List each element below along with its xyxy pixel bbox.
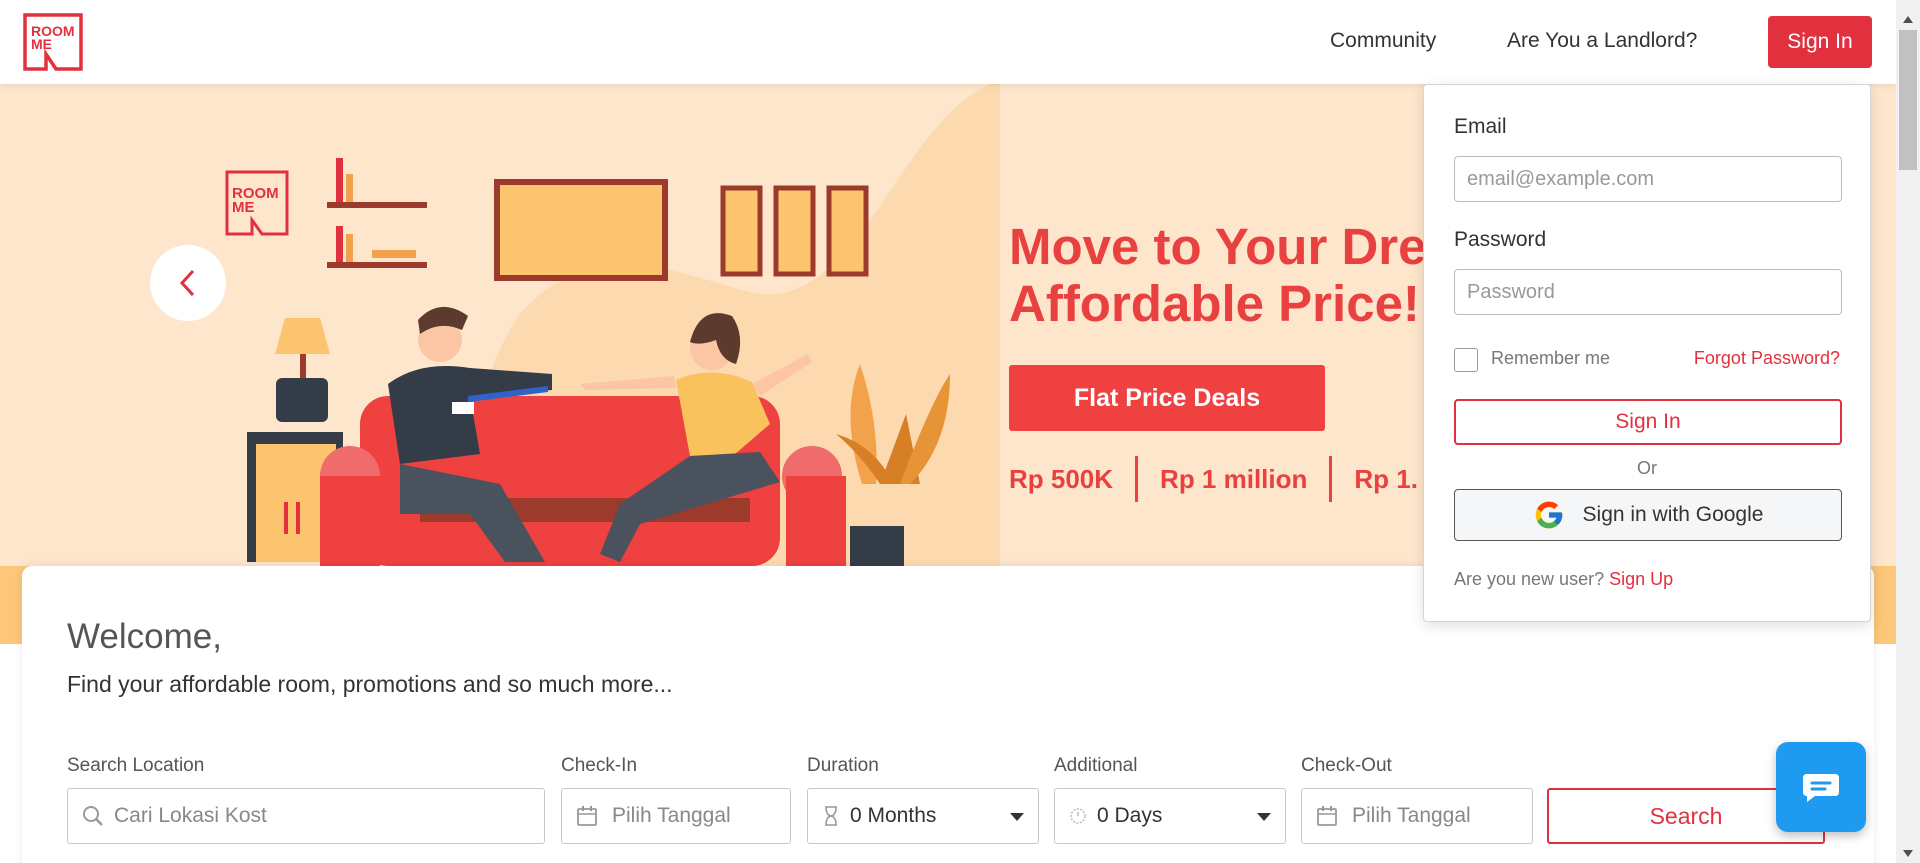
hourglass-icon <box>822 805 840 827</box>
scroll-thumb[interactable] <box>1899 30 1917 170</box>
signin-dropdown: Email Password Remember me Forgot Passwo… <box>1423 84 1871 622</box>
hero-price-list: Rp 500K Rp 1 million Rp 1. <box>1009 456 1418 502</box>
checkin-date-input[interactable]: Pilih Tanggal <box>561 788 791 844</box>
checkout-label: Check-Out <box>1301 755 1392 776</box>
duration-select[interactable]: 0 Months <box>807 788 1039 844</box>
roomme-logo[interactable]: ROOM ME <box>22 12 84 72</box>
price-divider <box>1329 456 1333 502</box>
location-label: Search Location <box>67 755 205 776</box>
search-icon <box>82 805 104 827</box>
welcome-heading: Welcome, <box>67 617 222 656</box>
checkin-label: Check-In <box>561 755 638 776</box>
header-signin-button[interactable]: Sign In <box>1768 16 1872 68</box>
google-signin-label: Sign in with Google <box>1582 503 1764 526</box>
page-scrollbar[interactable] <box>1896 0 1920 863</box>
scroll-up-arrow[interactable] <box>1903 16 1913 23</box>
or-separator: Or <box>1637 458 1657 478</box>
new-user-text: Are you new user? <box>1454 569 1605 589</box>
svg-text:ME: ME <box>232 199 255 216</box>
signup-link[interactable]: Sign Up <box>1609 569 1673 589</box>
scroll-down-arrow[interactable] <box>1903 850 1913 857</box>
caret-down-icon <box>1257 813 1271 821</box>
email-field[interactable] <box>1454 156 1842 202</box>
flat-price-deals-button[interactable]: Flat Price Deals <box>1009 365 1325 431</box>
price-divider <box>1135 456 1139 502</box>
duration-value: 0 Months <box>850 804 937 827</box>
panel-signin-button[interactable]: Sign In <box>1454 399 1842 445</box>
nav-landlord-link[interactable]: Are You a Landlord? <box>1507 29 1697 53</box>
hero-title: Move to Your Dre Affordable Price! <box>1009 218 1427 332</box>
password-label: Password <box>1454 228 1547 251</box>
chat-widget-button[interactable] <box>1776 742 1866 832</box>
additional-value: 0 Days <box>1097 804 1163 827</box>
google-signin-button[interactable]: Sign in with Google <box>1454 489 1842 541</box>
top-nav: ROOM ME Community Are You a Landlord? Si… <box>0 0 1896 84</box>
price-1-million: Rp 1 million <box>1160 463 1308 494</box>
living-room-illustration: ROOM ME <box>225 84 1000 644</box>
calendar-icon <box>576 805 598 827</box>
google-icon <box>1535 501 1562 529</box>
additional-label: Additional <box>1054 755 1138 776</box>
additional-select[interactable]: 0 Days <box>1054 788 1286 844</box>
checkin-placeholder: Pilih Tanggal <box>612 804 731 827</box>
forgot-password-link[interactable]: Forgot Password? <box>1694 348 1840 369</box>
email-label: Email <box>1454 115 1507 138</box>
remember-me-checkbox[interactable] <box>1454 348 1478 372</box>
checkout-date-input[interactable]: Pilih Tanggal <box>1301 788 1533 844</box>
price-500k: Rp 500K <box>1009 463 1114 494</box>
location-placeholder: Cari Lokasi Kost <box>114 804 267 827</box>
calendar-icon <box>1316 805 1338 827</box>
chevron-left-icon <box>179 269 195 297</box>
new-user-prompt: Are you new user? Sign Up <box>1454 569 1673 590</box>
checkout-placeholder: Pilih Tanggal <box>1352 804 1471 827</box>
duration-label: Duration <box>807 755 879 776</box>
clock-icon <box>1069 807 1087 825</box>
remember-me-label: Remember me <box>1491 348 1611 368</box>
password-field[interactable] <box>1454 269 1842 315</box>
welcome-subtitle: Find your affordable room, promotions an… <box>67 671 673 697</box>
hero-prev-button[interactable] <box>150 245 226 321</box>
chat-icon <box>1803 774 1839 802</box>
svg-text:ME: ME <box>31 36 52 52</box>
price-1-5-million: Rp 1. <box>1354 463 1418 494</box>
nav-community-link[interactable]: Community <box>1330 29 1436 53</box>
caret-down-icon <box>1010 813 1024 821</box>
location-input[interactable]: Cari Lokasi Kost <box>67 788 545 844</box>
